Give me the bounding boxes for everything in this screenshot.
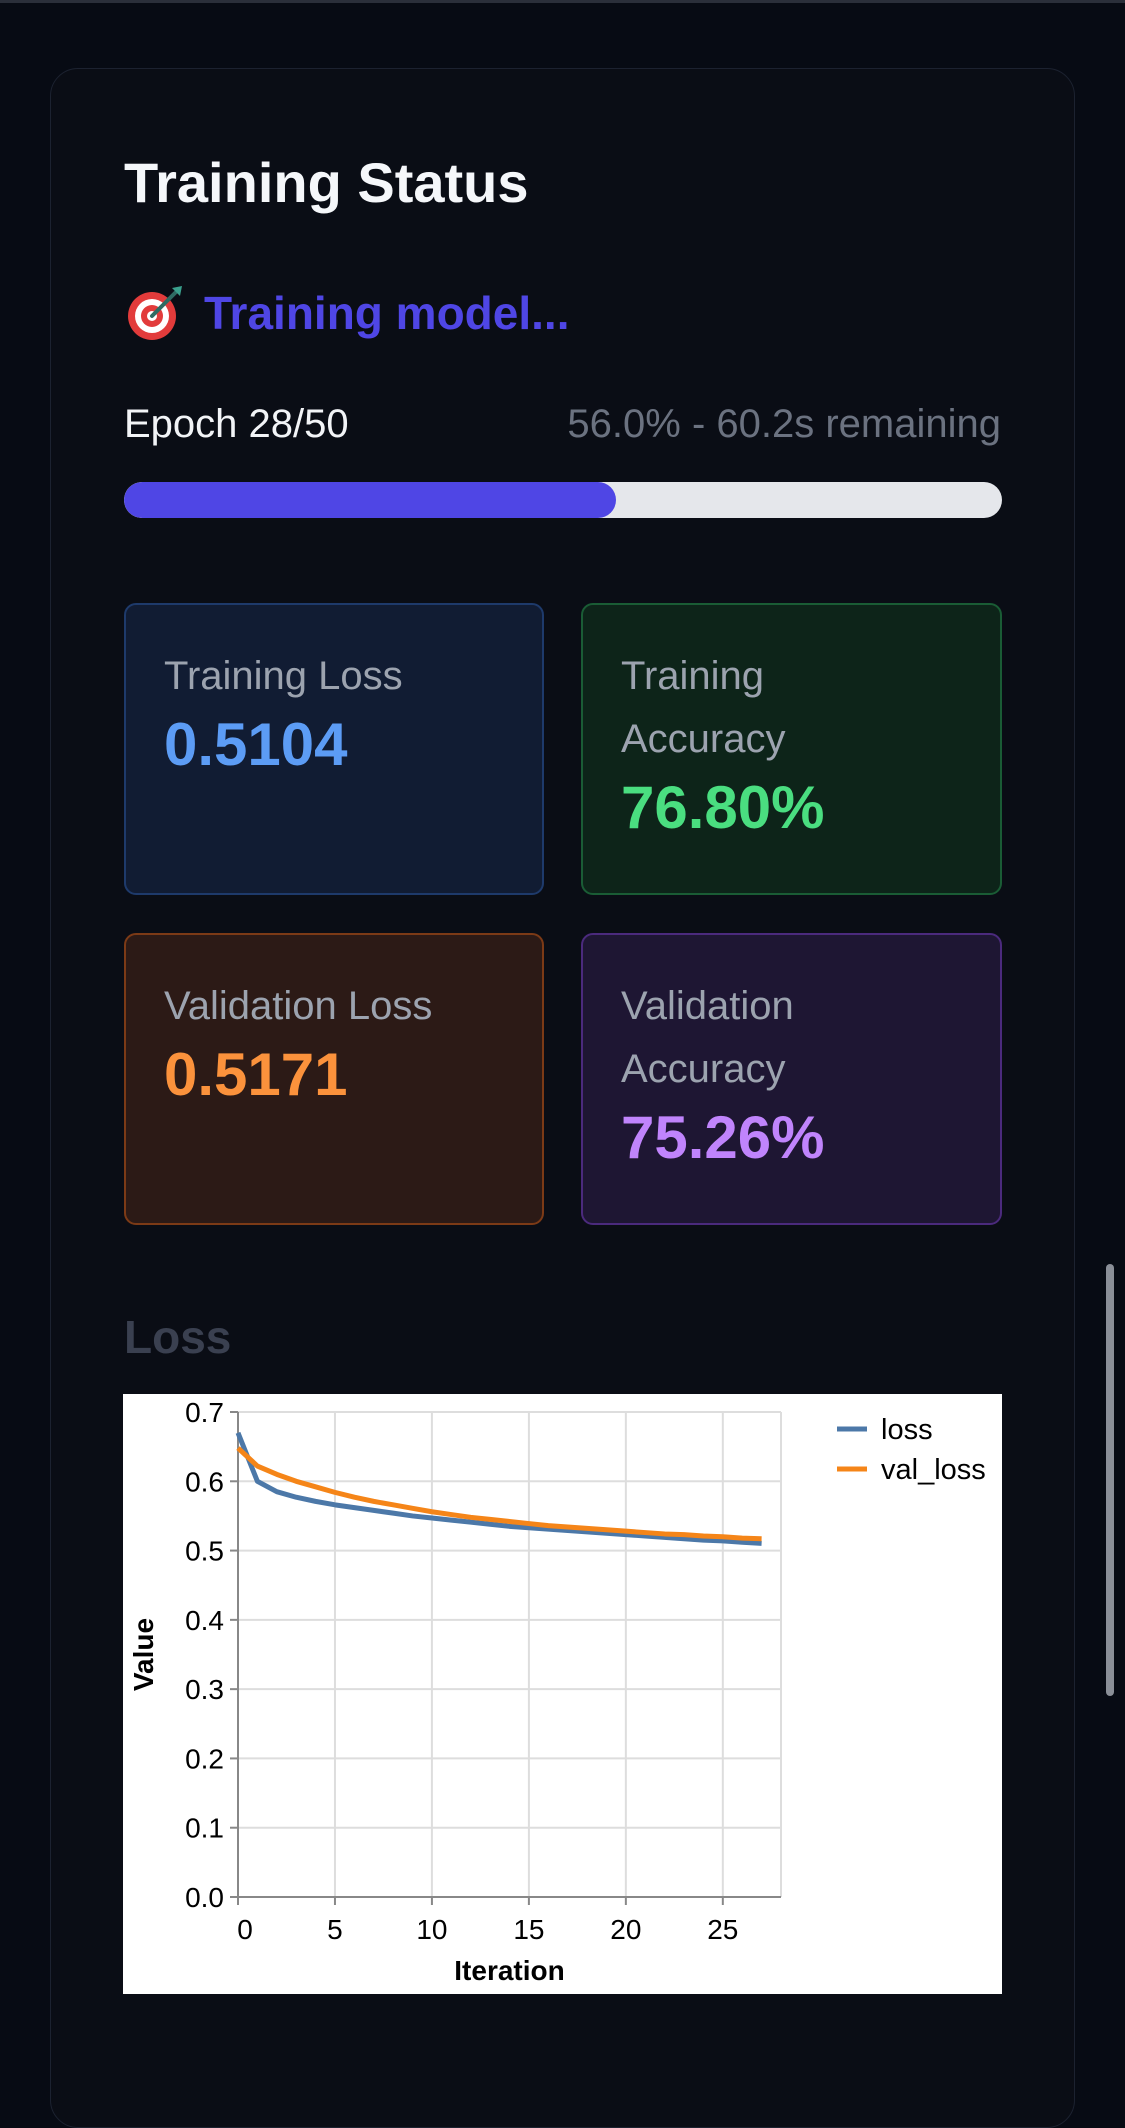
y-tick-label: 0.6 [185,1466,224,1497]
y-tick-label: 0.4 [185,1605,224,1636]
loss-chart: 0.0 0.1 0.2 0.3 0.4 0.5 0.6 0.7 0 5 10 15 20 25 Iterat… [123,1394,1002,1994]
y-tick-label: 0.5 [185,1536,224,1567]
progress-bar [124,482,1002,518]
x-axis-title: Iteration [454,1955,564,1986]
top-divider [0,0,1125,3]
y-tick-label: 0.2 [185,1743,224,1774]
y-tick-label: 0.3 [185,1674,224,1705]
page-title: Training Status [124,151,529,214]
loss-section-title: Loss [124,1311,232,1363]
metric-value: 0.5171 [164,1041,348,1108]
loss-chart-svg: 0.0 0.1 0.2 0.3 0.4 0.5 0.6 0.7 0 5 10 15 20 25 Iterat… [128,1397,986,1986]
metric-card-validation-loss: Validation Loss 0.5171 [124,933,544,1225]
x-tick-label: 15 [513,1914,544,1945]
scrollbar[interactable] [1106,1264,1114,1696]
y-tick-label: 0.1 [185,1813,224,1844]
x-tick-label: 0 [237,1914,253,1945]
metric-label: Validation Accuracy [621,984,794,1091]
progress-bar-fill [124,482,616,518]
metric-value: 75.26% [621,1104,825,1171]
metric-card-validation-accuracy: Validation Accuracy 75.26% [581,933,1002,1225]
legend-label-loss: loss [881,1414,933,1446]
y-axis-title: Value [128,1618,159,1691]
status-text: Training model... [204,287,570,339]
metric-label: Training Loss [164,654,403,698]
legend-label-val_loss: val_loss [881,1454,986,1486]
metric-value: 76.80% [621,774,825,841]
training-status-line: Training model... [124,282,569,344]
epoch-counter: Epoch 28/50 [124,402,349,446]
x-tick-label: 25 [707,1914,738,1945]
x-tick-label: 20 [610,1914,641,1945]
y-tick-label: 0.7 [185,1397,224,1428]
y-tick-label: 0.0 [185,1882,224,1913]
metric-card-training-accuracy: Training Accuracy 76.80% [581,603,1002,895]
x-tick-label: 5 [327,1914,343,1945]
progress-remaining-text: 56.0% - 60.2s remaining [567,402,1001,446]
metric-value: 0.5104 [164,711,348,778]
metric-label: Validation Loss [164,984,433,1028]
metric-label: Training Accuracy [621,654,786,761]
target-icon [124,282,186,344]
x-tick-label: 10 [416,1914,447,1945]
metric-card-training-loss: Training Loss 0.5104 [124,603,544,895]
